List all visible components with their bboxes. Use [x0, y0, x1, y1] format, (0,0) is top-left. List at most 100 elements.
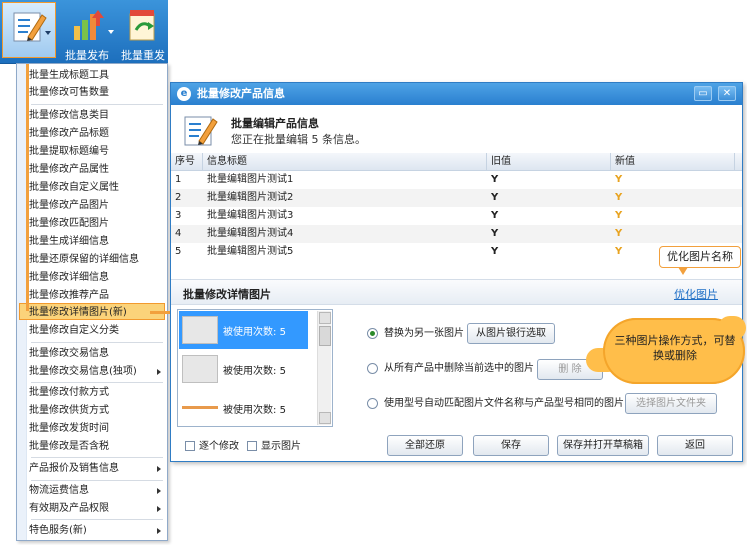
col-header-old[interactable]: 旧值: [491, 153, 611, 171]
optimize-image-link[interactable]: 优化图片: [674, 286, 718, 302]
save-button[interactable]: 保存: [473, 435, 549, 456]
save-open-drafts-button[interactable]: 保存并打开草稿箱: [557, 435, 649, 456]
close-icon[interactable]: ✕: [718, 86, 736, 101]
image-thumbnail: [182, 355, 218, 383]
col-header-new[interactable]: 新值: [615, 153, 735, 171]
menu-item-label: 批量生成详细信息: [29, 236, 109, 247]
callout-tail: [678, 267, 688, 275]
menu-item-sellable-qty[interactable]: 批量修改可售数量: [29, 84, 165, 101]
menu-item-label: 批量修改交易信息: [29, 348, 109, 359]
table-row[interactable]: 4 批量编辑图片测试4 Y Y: [171, 225, 742, 243]
check-each-checkbox[interactable]: [185, 441, 195, 451]
menu-item-tax[interactable]: 批量修改是否含税: [29, 438, 165, 455]
pick-from-image-bank-button[interactable]: 从图片银行选取: [467, 323, 555, 344]
scroll-up-icon[interactable]: [319, 312, 331, 324]
menu-separator: [31, 457, 163, 458]
option-match[interactable]: 使用型号自动匹配图片文件名称与产品型号相同的图片: [367, 396, 624, 412]
table-row[interactable]: 3 批量编辑图片测试3 Y Y: [171, 207, 742, 225]
menu-item-label: 批量修改自定义分类: [29, 325, 119, 336]
list-item[interactable]: 被使用次数: 5: [179, 389, 308, 427]
menu-item-label: 批量修改自定义属性: [29, 182, 119, 193]
menu-item-label: 批量修改发货时间: [29, 423, 109, 434]
menu-item-supply[interactable]: 批量修改供货方式: [29, 402, 165, 419]
image-thumb-list[interactable]: 被使用次数: 5 被使用次数: 5 被使用次数: 5: [177, 309, 333, 427]
list-item[interactable]: 被使用次数: 5: [179, 350, 308, 388]
check-each-edit[interactable]: 逐个修改: [185, 441, 239, 453]
check-show-label: 显示图片: [261, 441, 301, 452]
ops-callout-text: 三种图片操作方式，可替换或删除: [614, 334, 736, 362]
cell-no: 2: [175, 192, 182, 203]
menu-item-detail-image-new[interactable]: 批量修改详情图片(新): [19, 303, 165, 320]
menu-item-match-image[interactable]: 批量修改匹配图片: [29, 215, 165, 232]
cell-title: 批量编辑图片测试5: [207, 246, 294, 257]
select-folder-button[interactable]: 选择图片文件夹: [625, 393, 717, 414]
delete-radio[interactable]: [367, 362, 378, 374]
menu-item-label: 批量修改产品图片: [29, 200, 109, 211]
menu-item-logistics[interactable]: 物流运费信息: [29, 482, 165, 499]
menu-item-title-number[interactable]: 批量提取标题编号: [29, 143, 165, 160]
app-logo-icon: e: [177, 87, 191, 101]
product-grid: 序号 信息标题 旧值 新值 1 批量编辑图片测试1 Y Y 2 批量编辑图片测试…: [171, 153, 742, 259]
dialog-footer: 逐个修改 显示图片 全部还原 保存 保存并打开草稿箱 返回: [171, 431, 742, 461]
scroll-down-icon[interactable]: [319, 412, 331, 424]
menu-item-restore-detail[interactable]: 批量还原保留的详细信息: [29, 251, 165, 268]
menu-item-product-attr[interactable]: 批量修改产品属性: [29, 161, 165, 178]
menu-item-edit-detail[interactable]: 批量修改详细信息: [29, 269, 165, 286]
optimize-callout: 优化图片名称: [659, 246, 741, 268]
annotation-line: [26, 64, 29, 311]
menu-item-label: 物流运费信息: [29, 485, 89, 496]
chevron-down-icon[interactable]: [45, 31, 51, 35]
menu-item-validity[interactable]: 有效期及产品权限: [29, 500, 165, 517]
check-show-checkbox[interactable]: [247, 441, 257, 451]
menu-item-label: 批量修改信息类目: [29, 110, 109, 121]
col-header-title[interactable]: 信息标题: [207, 153, 487, 171]
dialog-titlebar: e 批量修改产品信息 ▭ ✕: [171, 83, 742, 105]
menu-item-custom-attr[interactable]: 批量修改自定义属性: [29, 179, 165, 196]
menu-item-payment[interactable]: 批量修改付款方式: [29, 384, 165, 401]
menu-item-title-tool[interactable]: 批量生成标题工具: [29, 67, 165, 84]
menu-item-product-title[interactable]: 批量修改产品标题: [29, 125, 165, 142]
menu-item-label: 批量修改产品属性: [29, 164, 109, 175]
minimize-icon[interactable]: ▭: [694, 86, 712, 101]
cell-no: 3: [175, 210, 182, 221]
menu-item-trade-info-single[interactable]: 批量修改交易信息(独项): [29, 363, 165, 380]
menu-item-ship-time[interactable]: 批量修改发货时间: [29, 420, 165, 437]
batch-publish-button[interactable]: 批量发布: [62, 2, 114, 62]
table-row[interactable]: 5 批量编辑图片测试5 Y Y: [171, 243, 742, 261]
menu-item-recommended[interactable]: 批量修改推荐产品: [29, 287, 165, 304]
match-radio[interactable]: [367, 397, 378, 409]
option-replace[interactable]: 替换为另一张图片: [367, 326, 464, 342]
header-title: 批量编辑产品信息: [231, 117, 319, 130]
publish-chart-icon: [74, 10, 104, 40]
menu-item-label: 批量修改推荐产品: [29, 290, 109, 301]
menu-item-trade-info[interactable]: 批量修改交易信息: [29, 345, 165, 362]
batch-republish-button[interactable]: 批量重发: [118, 2, 168, 62]
cell-title: 批量编辑图片测试3: [207, 210, 294, 221]
cell-new: Y: [615, 192, 623, 203]
usage-label: 被使用次数: 5: [223, 405, 286, 416]
main-toolbar: 批量发布 批量重发: [0, 0, 168, 64]
menu-item-quote-sales[interactable]: 产品报价及销售信息: [29, 460, 165, 477]
menu-item-gen-detail[interactable]: 批量生成详细信息: [29, 233, 165, 250]
menu-item-custom-category[interactable]: 批量修改自定义分类: [29, 322, 165, 339]
col-header-no[interactable]: 序号: [175, 153, 203, 171]
table-row[interactable]: 1 批量编辑图片测试1 Y Y: [171, 171, 742, 189]
scroll-thumb[interactable]: [319, 326, 331, 346]
chevron-down-icon[interactable]: [108, 30, 114, 34]
menu-item-product-image[interactable]: 批量修改产品图片: [29, 197, 165, 214]
check-show-image[interactable]: 显示图片: [247, 441, 301, 453]
replace-radio[interactable]: [367, 327, 378, 339]
table-row[interactable]: 2 批量编辑图片测试2 Y Y: [171, 189, 742, 207]
cell-new: Y: [615, 228, 623, 239]
menu-item-category[interactable]: 批量修改信息类目: [29, 107, 165, 124]
menu-item-special-service[interactable]: 特色服务(新): [29, 522, 165, 539]
option-delete[interactable]: 从所有产品中删除当前选中的图片: [367, 361, 534, 377]
batch-edit-button[interactable]: [2, 2, 56, 58]
section-title: 批量修改详情图片: [183, 288, 271, 301]
cell-title: 批量编辑图片测试1: [207, 174, 294, 185]
back-button[interactable]: 返回: [657, 435, 733, 456]
thumb-list-scrollbar[interactable]: [317, 311, 331, 425]
list-item[interactable]: 被使用次数: 5: [179, 311, 308, 349]
restore-all-button[interactable]: 全部还原: [387, 435, 463, 456]
cell-old: Y: [491, 246, 499, 257]
